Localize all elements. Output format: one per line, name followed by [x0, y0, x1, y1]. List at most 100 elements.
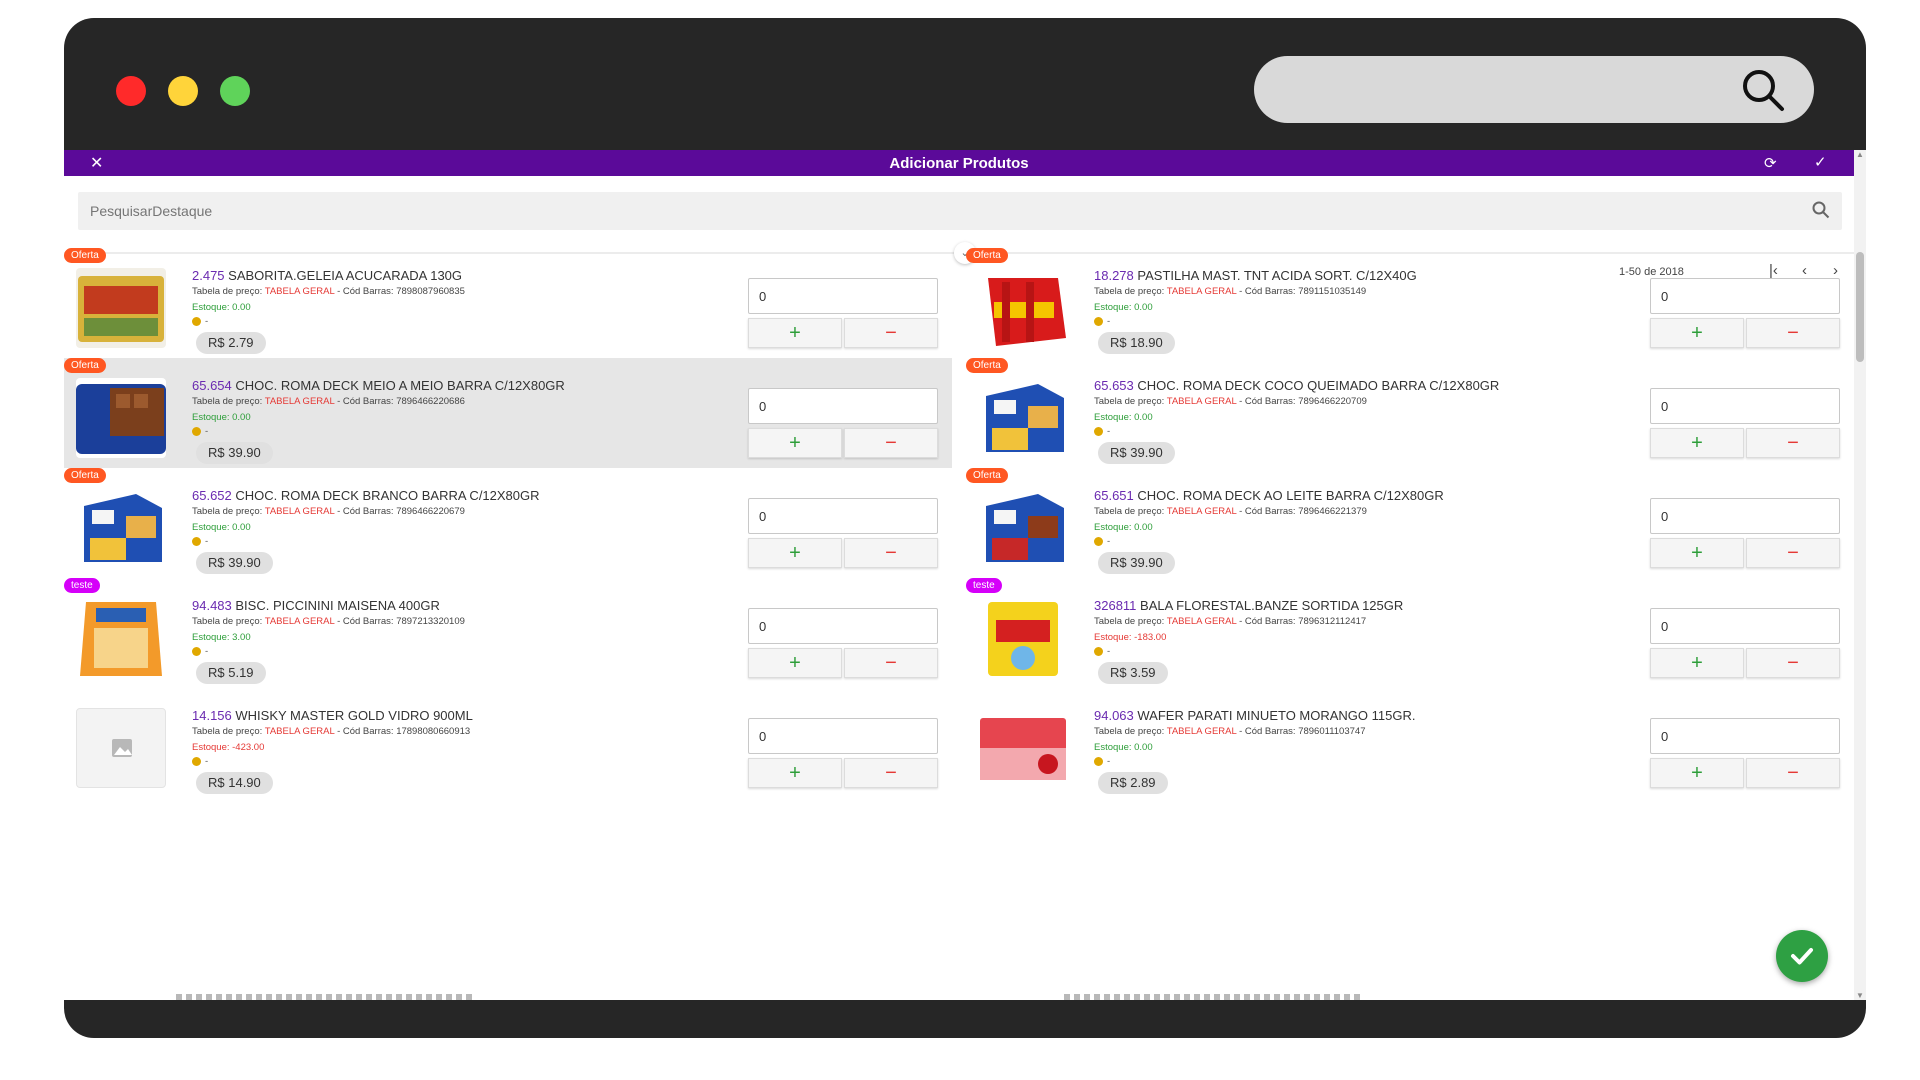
product-search	[78, 192, 1842, 230]
product-code: 65.654	[192, 378, 232, 393]
search-icon[interactable]	[1812, 201, 1830, 219]
increment-button[interactable]: +	[1650, 538, 1744, 568]
decrement-button[interactable]: −	[1746, 648, 1840, 678]
browser-search-bar[interactable]	[1254, 56, 1814, 123]
barcode-value: 7896312112417	[1298, 616, 1367, 627]
quantity-input[interactable]	[748, 388, 938, 424]
product-meta: Tabela de preço: TABELA GERAL - Cód Barr…	[192, 726, 470, 737]
price-table-label: Tabela de preço:	[1094, 396, 1165, 407]
decrement-button[interactable]: −	[844, 318, 938, 348]
coin-value: -	[205, 426, 209, 437]
product-card[interactable]: Oferta 2.475 SABORITA.GELEIA ACUCARADA 1…	[64, 248, 952, 358]
coin-value: -	[205, 756, 209, 767]
decrement-button[interactable]: −	[1746, 758, 1840, 788]
product-name: 65.654 CHOC. ROMA DECK MEIO A MEIO BARRA…	[192, 378, 565, 393]
price-table-name: TABELA GERAL	[1166, 396, 1237, 407]
quantity-input[interactable]	[1650, 718, 1840, 754]
product-meta: Tabela de preço: TABELA GERAL - Cód Barr…	[1094, 616, 1366, 627]
check-icon	[1791, 948, 1813, 965]
increment-button[interactable]: +	[1650, 428, 1744, 458]
stock-status: Estoque: 0.00	[1094, 412, 1153, 423]
product-code: 14.156	[192, 708, 232, 723]
product-card[interactable]: Oferta 65.653 CHOC. ROMA DECK COCO QUEIM…	[966, 358, 1854, 468]
barcode-value: 7896011103747	[1298, 726, 1366, 737]
product-card[interactable]: Oferta 65.654 CHOC. ROMA DECK MEIO A MEI…	[64, 358, 952, 468]
increment-button[interactable]: +	[748, 538, 842, 568]
scrollbar[interactable]: ▲ ▼	[1854, 150, 1866, 1000]
product-title: CHOC. ROMA DECK AO LEITE BARRA C/12X80GR	[1137, 488, 1444, 503]
product-badge: Oferta	[966, 248, 1008, 263]
price-table-label: Tabela de preço:	[192, 396, 263, 407]
product-card[interactable]: Oferta 65.651 CHOC. ROMA DECK AO LEITE B…	[966, 468, 1854, 578]
product-code: 2.475	[192, 268, 225, 283]
decrement-button[interactable]: −	[1746, 538, 1840, 568]
window-maximize-control[interactable]	[220, 76, 250, 106]
coin-indicator: -	[1094, 756, 1110, 767]
refresh-icon[interactable]: ⟳	[1764, 154, 1777, 172]
barcode-value: 17898080660913	[396, 726, 471, 737]
scroll-up-icon[interactable]: ▲	[1856, 150, 1864, 159]
increment-button[interactable]: +	[748, 648, 842, 678]
coin-value: -	[205, 646, 209, 657]
decrement-button[interactable]: −	[1746, 428, 1840, 458]
stock-status: Estoque: 0.00	[192, 412, 251, 423]
price-table-name: TABELA GERAL	[264, 726, 335, 737]
product-code: 94.483	[192, 598, 232, 613]
price-table-name: TABELA GERAL	[1166, 726, 1237, 737]
price-chip: R$ 39.90	[196, 442, 273, 464]
price-table-name: TABELA GERAL	[264, 506, 335, 517]
product-meta: Tabela de preço: TABELA GERAL - Cód Barr…	[192, 506, 465, 517]
product-card[interactable]: teste 326811 BALA FLORESTAL.BANZE SORTID…	[966, 578, 1854, 688]
coin-value: -	[1107, 316, 1111, 327]
confirm-icon[interactable]: ✓	[1814, 153, 1827, 171]
product-image	[76, 268, 166, 348]
product-image	[978, 708, 1068, 788]
product-image	[978, 598, 1068, 678]
scrollbar-thumb[interactable]	[1856, 252, 1864, 362]
window-minimize-control[interactable]	[168, 76, 198, 106]
decrement-button[interactable]: −	[1746, 318, 1840, 348]
search-icon[interactable]	[1740, 67, 1786, 113]
product-name: 94.483 BISC. PICCININI MAISENA 400GR	[192, 598, 440, 613]
product-card[interactable]: Oferta 18.278 PASTILHA MAST. TNT ACIDA S…	[966, 248, 1854, 358]
quantity-input[interactable]	[1650, 608, 1840, 644]
product-card[interactable]: teste 94.483 BISC. PICCININI MAISENA 400…	[64, 578, 952, 688]
product-image	[76, 488, 166, 568]
quantity-input[interactable]	[748, 278, 938, 314]
product-name: 2.475 SABORITA.GELEIA ACUCARADA 130G	[192, 268, 462, 283]
quantity-input[interactable]	[748, 718, 938, 754]
increment-button[interactable]: +	[1650, 318, 1744, 348]
browser-frame: ✕ Adicionar Produtos ⟳ ✓ ⌄ 1-50 de 2018 …	[64, 18, 1866, 1038]
increment-button[interactable]: +	[1650, 648, 1744, 678]
decrement-button[interactable]: −	[844, 758, 938, 788]
increment-button[interactable]: +	[1650, 758, 1744, 788]
search-input[interactable]	[90, 192, 1790, 230]
product-meta: Tabela de preço: TABELA GERAL - Cód Barr…	[192, 616, 465, 627]
increment-button[interactable]: +	[748, 318, 842, 348]
quantity-input[interactable]	[748, 608, 938, 644]
quantity-input[interactable]	[1650, 498, 1840, 534]
stock-status: Estoque: 0.00	[192, 522, 251, 533]
decrement-button[interactable]: −	[844, 648, 938, 678]
product-card[interactable]: Oferta 65.652 CHOC. ROMA DECK BRANCO BAR…	[64, 468, 952, 578]
coin-icon	[1094, 426, 1103, 436]
confirm-fab-button[interactable]	[1776, 930, 1828, 982]
increment-button[interactable]: +	[748, 428, 842, 458]
decrement-button[interactable]: −	[844, 538, 938, 568]
barcode-label: - Cód Barras:	[337, 396, 394, 407]
quantity-input[interactable]	[1650, 278, 1840, 314]
quantity-input[interactable]	[1650, 388, 1840, 424]
product-badge: Oferta	[64, 468, 106, 483]
product-card[interactable]: 14.156 WHISKY MASTER GOLD VIDRO 900ML Ta…	[64, 688, 952, 798]
price-table-name: TABELA GERAL	[264, 616, 335, 627]
product-title: WAFER PARATI MINUETO MORANGO 115GR.	[1137, 708, 1416, 723]
barcode-value: 7891151035149	[1298, 286, 1367, 297]
decrement-button[interactable]: −	[844, 428, 938, 458]
scroll-down-icon[interactable]: ▼	[1856, 991, 1864, 1000]
increment-button[interactable]: +	[748, 758, 842, 788]
window-close-control[interactable]	[116, 76, 146, 106]
price-table-name: TABELA GERAL	[1166, 286, 1237, 297]
quantity-input[interactable]	[748, 498, 938, 534]
product-image	[978, 378, 1068, 458]
product-card[interactable]: 94.063 WAFER PARATI MINUETO MORANGO 115G…	[966, 688, 1854, 798]
